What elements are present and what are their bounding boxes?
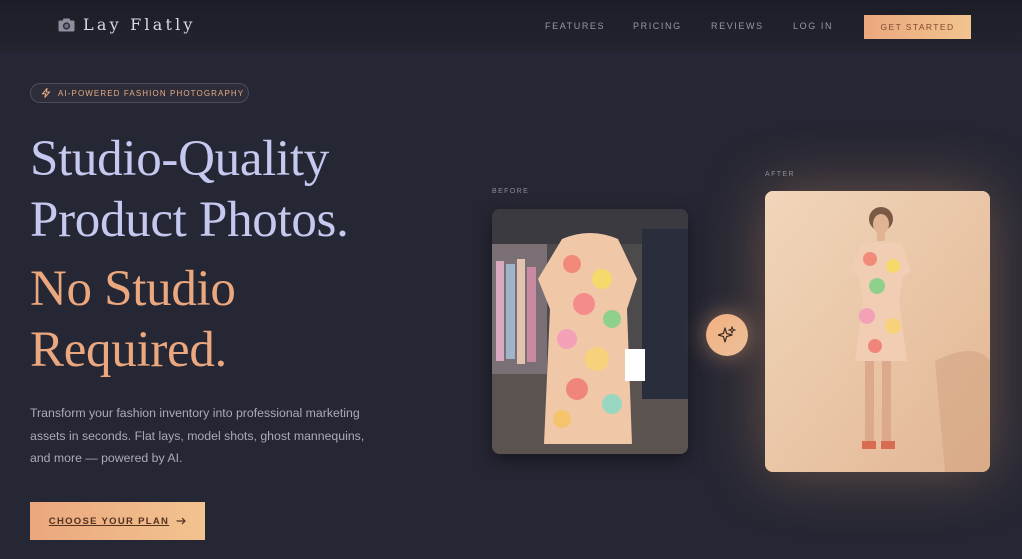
transform-sparkle-button [706,314,748,356]
arrow-right-icon [176,517,187,525]
headline-line-4: Required. [30,322,227,378]
after-label: AFTER [765,171,795,178]
nav-link-log-in[interactable]: LOG IN [793,21,833,31]
headline-line-2: Product Photos. [30,192,349,248]
sparkle-icon [718,326,736,343]
headline-line-1: Studio-Quality [30,131,329,187]
camera-icon [58,18,75,31]
top-navigation: Lay Flatly FEATURES PRICING REVIEWS LOG … [0,0,1022,52]
after-photo [765,191,990,472]
lightning-icon [41,88,51,98]
before-label: BEFORE [492,188,530,195]
badge-label: AI-POWERED FASHION PHOTOGRAPHY [58,88,245,98]
choose-your-plan-label: CHOOSE YOUR PLAN [48,515,170,527]
hero-description: Transform your fashion inventory into pr… [30,406,365,465]
choose-your-plan-button[interactable]: CHOOSE YOUR PLAN [30,502,205,540]
brand-name: Lay Flatly [83,15,196,34]
nav-link-features[interactable]: FEATURES [545,21,605,31]
nav-link-pricing[interactable]: PRICING [633,21,682,31]
headline-line-3: No Studio [30,261,236,317]
hero-badge: AI-POWERED FASHION PHOTOGRAPHY [30,83,249,103]
get-started-button[interactable]: GET STARTED [864,15,971,39]
brand-logo[interactable]: Lay Flatly [58,15,196,34]
nav-link-reviews[interactable]: REVIEWS [711,21,764,31]
before-photo [492,209,688,454]
